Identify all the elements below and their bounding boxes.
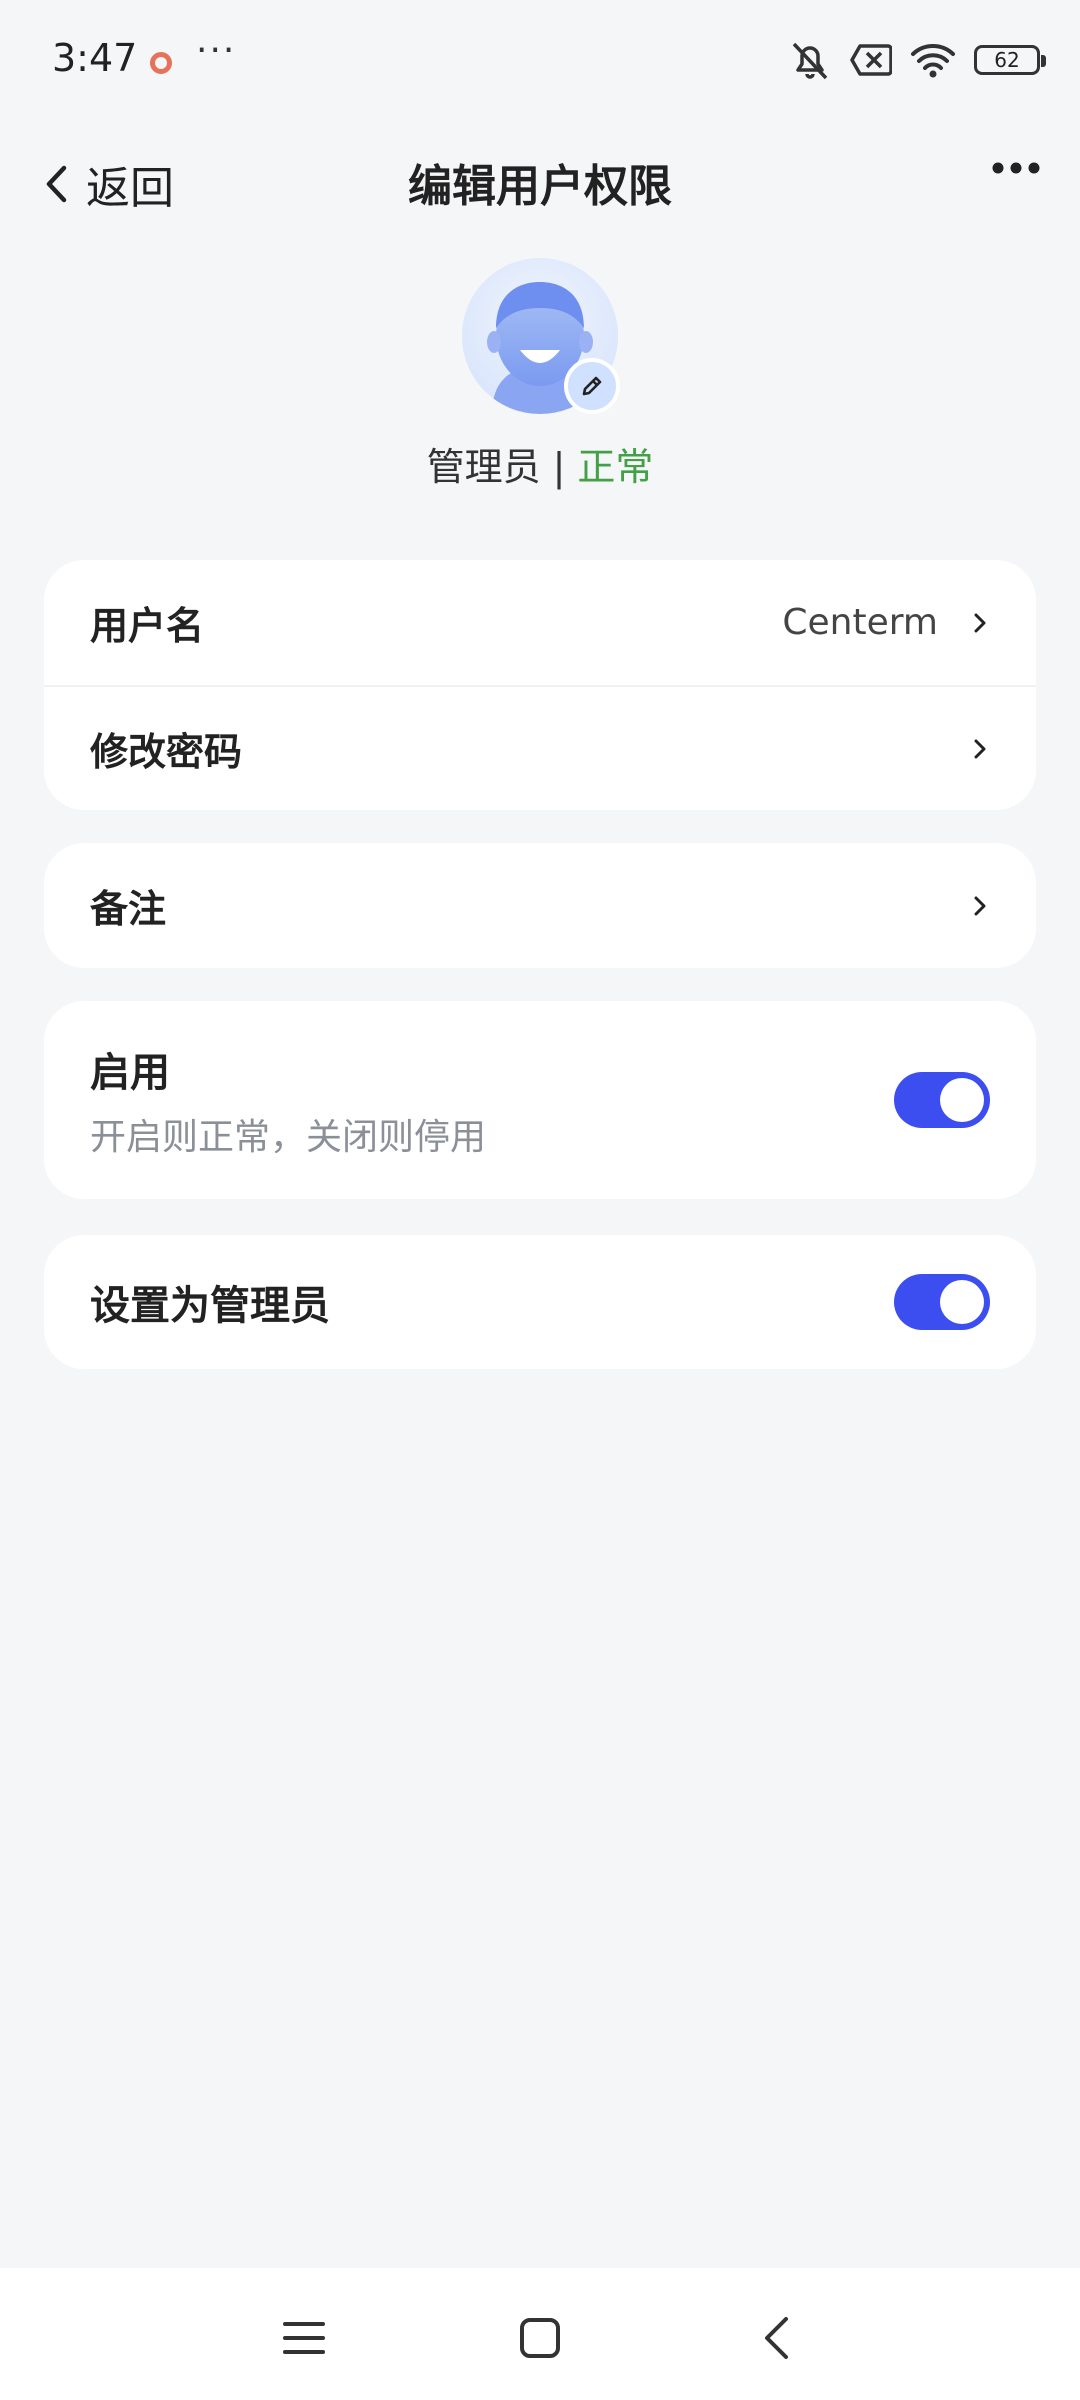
edit-avatar-button[interactable] bbox=[564, 358, 620, 414]
role-status-line: 管理员 | 正常 bbox=[0, 436, 1080, 491]
role-separator: | bbox=[552, 445, 566, 489]
role-text: 管理员 bbox=[426, 445, 541, 489]
enable-toggle[interactable] bbox=[894, 1072, 990, 1128]
change-password-row[interactable]: 修改密码 bbox=[44, 685, 1036, 810]
enable-card: 启用 开启则正常，关闭则停用 bbox=[44, 1001, 1036, 1199]
more-notifications-icon: ··· bbox=[196, 30, 237, 71]
recording-icon bbox=[150, 52, 172, 74]
system-nav-bar bbox=[0, 2268, 1080, 2400]
recents-button[interactable] bbox=[274, 2308, 334, 2368]
enable-row: 启用 开启则正常，关闭则停用 bbox=[44, 1001, 1036, 1199]
enable-text-block: 启用 开启则正常，关闭则停用 bbox=[90, 1040, 894, 1160]
status-text: 正常 bbox=[577, 445, 654, 489]
status-icons: 62 bbox=[788, 40, 1046, 80]
back-nav-button[interactable] bbox=[746, 2308, 806, 2368]
wifi-icon bbox=[911, 44, 955, 78]
status-time: 3:47 bbox=[52, 36, 138, 80]
admin-card: 设置为管理员 bbox=[44, 1235, 1036, 1369]
page-title: 编辑用户权限 bbox=[408, 161, 672, 212]
change-password-label: 修改密码 bbox=[90, 730, 243, 774]
remark-row[interactable]: 备注 bbox=[44, 843, 1036, 968]
battery-level: 62 bbox=[994, 48, 1020, 72]
mute-icon bbox=[792, 42, 828, 80]
app-header: 返回 编辑用户权限 bbox=[0, 130, 1080, 230]
enable-label: 启用 bbox=[90, 1050, 170, 1096]
square-icon bbox=[520, 2318, 560, 2358]
remark-label: 备注 bbox=[90, 887, 167, 931]
account-card: 用户名 Centerm 修改密码 bbox=[44, 560, 1036, 810]
enable-description: 开启则正常，关闭则停用 bbox=[90, 1117, 487, 1158]
avatar-container[interactable] bbox=[462, 258, 620, 414]
menu-icon bbox=[283, 2322, 325, 2354]
toggle-knob bbox=[940, 1280, 984, 1324]
toggle-knob bbox=[940, 1078, 984, 1122]
no-sim-icon bbox=[850, 44, 892, 76]
username-value: Centerm bbox=[782, 602, 938, 643]
admin-row: 设置为管理员 bbox=[44, 1235, 1036, 1369]
chevron-right-icon bbox=[974, 613, 986, 632]
more-options-button[interactable] bbox=[992, 160, 1040, 180]
chevron-right-icon bbox=[974, 739, 986, 758]
username-row[interactable]: 用户名 Centerm bbox=[44, 560, 1036, 685]
chevron-right-icon bbox=[974, 896, 986, 915]
battery-icon: 62 bbox=[974, 45, 1046, 75]
admin-label: 设置为管理员 bbox=[90, 1283, 330, 1329]
more-horizontal-icon bbox=[992, 162, 1040, 174]
remark-card: 备注 bbox=[44, 843, 1036, 968]
pencil-icon bbox=[582, 376, 602, 396]
username-label: 用户名 bbox=[90, 604, 205, 648]
home-button[interactable] bbox=[510, 2308, 570, 2368]
status-bar: 3:47 ··· 62 bbox=[0, 0, 1080, 130]
admin-toggle[interactable] bbox=[894, 1274, 990, 1330]
chevron-left-icon bbox=[765, 2317, 788, 2359]
